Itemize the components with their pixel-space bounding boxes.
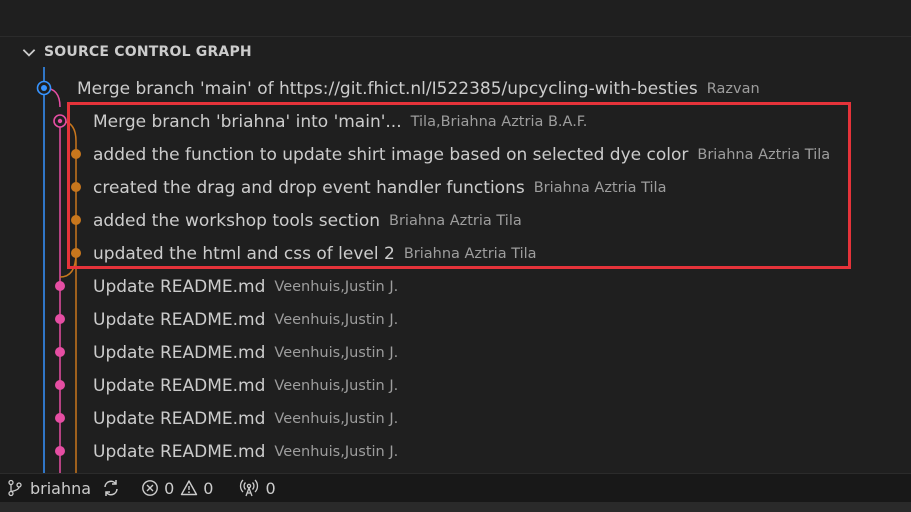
commit-dot bbox=[55, 347, 65, 357]
commit-dot bbox=[55, 281, 65, 291]
commit-author: Veenhuis,Justin J. bbox=[274, 278, 399, 295]
commit-author: Veenhuis,Justin J. bbox=[274, 443, 399, 460]
branch-indicator[interactable]: briahna bbox=[6, 479, 91, 498]
commit-row[interactable]: added the function to update shirt image… bbox=[0, 138, 911, 171]
commit-author: Veenhuis,Justin J. bbox=[274, 410, 399, 427]
commit-dot bbox=[55, 446, 65, 456]
commit-message: Update README.md bbox=[93, 408, 266, 429]
commit-message: updated the html and css of level 2 bbox=[93, 243, 395, 264]
commit-author: Briahna Aztria Tila bbox=[389, 212, 522, 229]
graph-dots bbox=[36, 80, 81, 456]
editor-top-strip bbox=[0, 0, 911, 37]
commit-message: Update README.md bbox=[93, 309, 266, 330]
commit-author: Veenhuis,Justin J. bbox=[274, 311, 399, 328]
commit-row[interactable]: Update README.md Veenhuis,Justin J. bbox=[0, 402, 911, 435]
sync-icon bbox=[104, 480, 118, 496]
head-commit-dot bbox=[36, 80, 52, 96]
commit-message: Update README.md bbox=[93, 342, 266, 363]
branch-name: briahna bbox=[30, 478, 92, 498]
commit-dot bbox=[55, 314, 65, 324]
commit-author: Briahna Aztria Tila bbox=[533, 179, 667, 196]
commit-dot bbox=[71, 248, 81, 258]
broadcast-icon bbox=[240, 479, 259, 497]
commit-author: Razvan bbox=[706, 80, 760, 97]
error-count: 0 bbox=[164, 478, 175, 498]
commit-author: Briahna Aztria Tila bbox=[697, 146, 831, 163]
ports-count: 0 bbox=[265, 478, 276, 498]
commit-message: Update README.md bbox=[93, 441, 266, 462]
commit-row[interactable]: Update README.md Veenhuis,Justin J. bbox=[0, 336, 911, 369]
commit-row[interactable]: Merge branch 'main' of https://git.fhict… bbox=[0, 72, 911, 105]
commit-message: added the function to update shirt image… bbox=[93, 144, 689, 165]
commit-dot bbox=[55, 380, 65, 390]
error-icon bbox=[142, 480, 158, 496]
commit-dot bbox=[71, 149, 81, 159]
merge-commit-dot bbox=[53, 114, 67, 128]
commit-message: Update README.md bbox=[93, 375, 266, 396]
commit-message: created the drag and drop event handler … bbox=[93, 177, 525, 198]
commit-row[interactable]: created the drag and drop event handler … bbox=[0, 171, 911, 204]
commit-row[interactable]: added the workshop tools section Briahna … bbox=[0, 204, 911, 237]
sync-button[interactable] bbox=[101, 478, 121, 498]
git-branch-icon bbox=[8, 479, 22, 497]
commit-graph: Merge branch 'main' of https://git.fhict… bbox=[0, 67, 911, 473]
commit-dot bbox=[55, 413, 65, 423]
commit-message: Merge branch 'briahna' into 'main'... bbox=[93, 111, 402, 132]
warning-icon bbox=[181, 480, 198, 496]
ports-indicator[interactable]: 0 bbox=[239, 478, 276, 498]
source-control-graph-header[interactable]: SOURCE CONTROL GRAPH bbox=[0, 37, 911, 67]
commit-dot bbox=[71, 182, 81, 192]
commit-row[interactable]: updated the html and css of level 2 Briah… bbox=[0, 237, 911, 270]
panel-title: SOURCE CONTROL GRAPH bbox=[44, 44, 252, 60]
commit-row[interactable]: Update README.md Veenhuis,Justin J. bbox=[0, 435, 911, 468]
commit-message: added the workshop tools section bbox=[93, 210, 380, 231]
commit-author: Veenhuis,Justin J. bbox=[274, 344, 399, 361]
commit-author: Veenhuis,Justin J. bbox=[274, 377, 399, 394]
commit-author: Tila,Briahna Aztria B.A.F. bbox=[410, 113, 588, 130]
commit-message: Update README.md bbox=[93, 276, 266, 297]
status-bar: briahna 0 0 0 bbox=[0, 473, 911, 502]
commit-row[interactable]: Update README.md Veenhuis,Justin J. bbox=[0, 270, 911, 303]
commit-dot bbox=[71, 215, 81, 225]
commit-message: Merge branch 'main' of https://git.fhict… bbox=[77, 78, 698, 99]
chevron-down-icon[interactable] bbox=[20, 43, 38, 61]
commit-row[interactable]: Update README.md Veenhuis,Justin J. bbox=[0, 369, 911, 402]
panel-bottom-edge bbox=[0, 502, 911, 512]
commit-row[interactable]: Merge branch 'briahna' into 'main'... Til… bbox=[0, 105, 911, 138]
warning-count: 0 bbox=[203, 478, 214, 498]
commit-author: Briahna Aztria Tila bbox=[403, 245, 537, 262]
problems-indicator[interactable]: 0 0 bbox=[141, 479, 213, 498]
commit-row[interactable]: Update README.md Veenhuis,Justin J. bbox=[0, 303, 911, 336]
